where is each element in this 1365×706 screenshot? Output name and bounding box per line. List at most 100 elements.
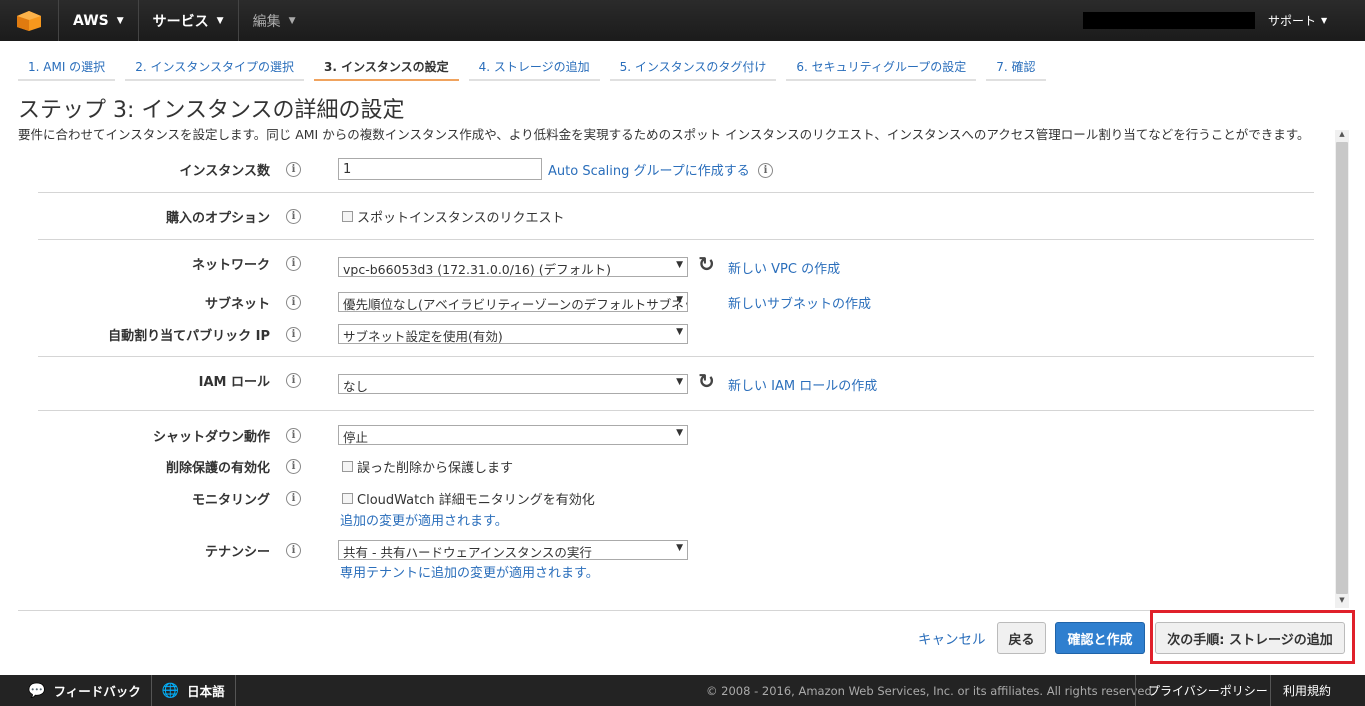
tenancy-label: テナンシー xyxy=(204,545,270,560)
scroll-thumb[interactable] xyxy=(1336,142,1348,594)
refresh-icon[interactable]: ↻ xyxy=(698,369,715,393)
spot-instance-checkbox-label: スポットインスタンスのリクエスト xyxy=(357,211,565,226)
feedback-button[interactable]: 💬 フィードバック xyxy=(0,675,152,706)
network-select-value: vpc-b66053d3 (172.31.0.0/16) (デフォルト) xyxy=(343,262,611,277)
top-navigation-bar: AWS ▼ サービス ▼ 編集 ▼ サポート ▼ xyxy=(0,0,1365,41)
dropdown-arrow-icon: ▼ xyxy=(676,295,683,305)
globe-icon: 🌐 xyxy=(161,682,180,699)
divider xyxy=(38,410,1314,411)
info-icon[interactable]: i xyxy=(286,256,301,271)
services-menu-label: サービス xyxy=(152,13,209,30)
terms-of-use-link[interactable]: 利用規約 xyxy=(1270,675,1343,706)
aws-menu-label: AWS xyxy=(73,12,109,29)
auto-scaling-link[interactable]: Auto Scaling グループに作成する xyxy=(548,160,750,179)
language-label: 日本語 xyxy=(187,684,225,699)
aws-logo[interactable] xyxy=(0,0,58,41)
divider xyxy=(38,356,1314,357)
dropdown-arrow-icon: ▼ xyxy=(676,377,683,387)
speech-bubble-icon: 💬 xyxy=(28,682,46,699)
shutdown-select[interactable]: 停止 ▼ xyxy=(338,425,688,445)
back-button[interactable]: 戻る xyxy=(997,622,1046,654)
create-iam-role-link[interactable]: 新しい IAM ロールの作成 xyxy=(728,375,877,394)
create-subnet-link[interactable]: 新しいサブネットの作成 xyxy=(728,293,871,312)
public-ip-select[interactable]: サブネット設定を使用(有効) ▼ xyxy=(338,324,688,344)
dropdown-arrow-icon: ▼ xyxy=(676,543,683,553)
chevron-down-icon: ▼ xyxy=(216,15,224,26)
review-and-launch-button[interactable]: 確認と作成 xyxy=(1055,622,1145,654)
refresh-icon[interactable]: ↻ xyxy=(698,252,715,276)
network-select[interactable]: vpc-b66053d3 (172.31.0.0/16) (デフォルト) ▼ xyxy=(338,257,688,277)
step-tab-security-group[interactable]: 6. セキュリティグループの設定 xyxy=(786,53,977,81)
scroll-down-icon[interactable]: ▼ xyxy=(1335,596,1349,608)
scroll-up-icon[interactable]: ▲ xyxy=(1335,130,1349,142)
form-scrollbar[interactable]: ▲ ▼ xyxy=(1335,130,1349,608)
info-icon[interactable]: i xyxy=(286,428,301,443)
step-tab-tags[interactable]: 5. インスタンスのタグ付け xyxy=(609,53,777,81)
monitoring-checkbox-label: CloudWatch 詳細モニタリングを有効化 xyxy=(357,493,595,508)
subnet-label: サブネット xyxy=(204,297,270,312)
subnet-select[interactable]: 優先順位なし(アベイラビリティーゾーンのデフォルトサブネット) ▼ xyxy=(338,292,688,312)
shutdown-label: シャットダウン動作 xyxy=(152,430,270,445)
spot-instance-checkbox[interactable]: スポットインスタンスのリクエスト xyxy=(342,207,564,226)
checkbox-box[interactable] xyxy=(342,493,353,504)
public-ip-label: 自動割り当てパブリック IP xyxy=(108,329,270,344)
subnet-select-value: 優先順位なし(アベイラビリティーゾーンのデフォルトサブネット) xyxy=(343,297,688,312)
step-tab-configure-instance[interactable]: 3. インスタンスの設定 xyxy=(313,53,459,81)
support-menu-label: サポート xyxy=(1268,14,1317,28)
step-tab-instance-type[interactable]: 2. インスタンスタイプの選択 xyxy=(125,53,304,81)
aws-menu[interactable]: AWS ▼ xyxy=(58,0,139,41)
info-icon[interactable]: i xyxy=(286,491,301,506)
info-icon[interactable]: i xyxy=(286,543,301,558)
tenancy-select-value: 共有 - 共有ハードウェアインスタンスの実行 xyxy=(343,545,592,560)
monitoring-label: モニタリング xyxy=(191,493,270,508)
purchase-option-label: 購入のオプション xyxy=(165,211,270,226)
termination-protection-checkbox[interactable]: 誤った削除から保護します xyxy=(342,457,513,476)
iam-role-select[interactable]: なし ▼ xyxy=(338,374,688,394)
info-icon[interactable]: i xyxy=(286,327,301,342)
chevron-down-icon: ▼ xyxy=(1321,16,1328,25)
dropdown-arrow-icon: ▼ xyxy=(676,428,683,438)
tenancy-charges-note[interactable]: 専用テナントに追加の変更が適用されます。 xyxy=(340,562,599,581)
language-selector[interactable]: 🌐 日本語 xyxy=(152,675,236,706)
aws-cube-icon xyxy=(17,10,41,31)
instance-count-input[interactable] xyxy=(338,158,542,180)
dropdown-arrow-icon: ▼ xyxy=(676,327,683,337)
chevron-down-icon: ▼ xyxy=(116,15,124,26)
monitoring-charges-note[interactable]: 追加の変更が適用されます。 xyxy=(340,510,508,529)
privacy-policy-link[interactable]: プライバシーポリシー xyxy=(1135,675,1280,706)
checkbox-box[interactable] xyxy=(342,461,353,472)
network-label: ネットワーク xyxy=(191,258,270,273)
step-tab-storage[interactable]: 4. ストレージの追加 xyxy=(468,53,600,81)
iam-role-select-value: なし xyxy=(343,379,369,394)
termination-protection-label: 削除保護の有効化 xyxy=(165,461,270,476)
edit-menu[interactable]: 編集 ▼ xyxy=(239,0,310,41)
next-add-storage-button[interactable]: 次の手順: ストレージの追加 xyxy=(1155,622,1345,654)
public-ip-select-value: サブネット設定を使用(有効) xyxy=(343,329,503,344)
step-tab-ami[interactable]: 1. AMI の選択 xyxy=(18,53,116,81)
info-icon[interactable]: i xyxy=(286,295,301,310)
dropdown-arrow-icon: ▼ xyxy=(676,260,683,270)
shutdown-select-value: 停止 xyxy=(343,430,369,445)
info-icon[interactable]: i xyxy=(286,209,301,224)
info-icon[interactable]: i xyxy=(758,163,773,178)
divider xyxy=(38,239,1314,240)
chevron-down-icon: ▼ xyxy=(288,15,296,26)
wizard-steps: 1. AMI の選択 2. インスタンスタイプの選択 3. インスタンスの設定 … xyxy=(18,53,1056,81)
checkbox-box[interactable] xyxy=(342,211,353,222)
services-menu[interactable]: サービス ▼ xyxy=(139,0,239,41)
copyright-text: © 2008 - 2016, Amazon Web Services, Inc.… xyxy=(706,683,1156,698)
tenancy-select[interactable]: 共有 - 共有ハードウェアインスタンスの実行 ▼ xyxy=(338,540,688,560)
step-tab-review[interactable]: 7. 確認 xyxy=(986,53,1046,81)
cancel-link[interactable]: キャンセル xyxy=(918,628,986,648)
info-icon[interactable]: i xyxy=(286,459,301,474)
page-description: 要件に合わせてインスタンスを設定します。同じ AMI からの複数インスタンス作成… xyxy=(18,127,1310,142)
instance-count-label: インスタンス数 xyxy=(179,164,270,179)
info-icon[interactable]: i xyxy=(286,162,301,177)
account-name-redacted[interactable] xyxy=(1083,12,1255,29)
monitoring-checkbox[interactable]: CloudWatch 詳細モニタリングを有効化 xyxy=(342,489,595,508)
create-vpc-link[interactable]: 新しい VPC の作成 xyxy=(728,258,840,277)
info-icon[interactable]: i xyxy=(286,373,301,388)
support-menu[interactable]: サポート ▼ xyxy=(1268,0,1327,41)
divider xyxy=(38,192,1314,193)
iam-role-label: IAM ロール xyxy=(198,375,270,390)
